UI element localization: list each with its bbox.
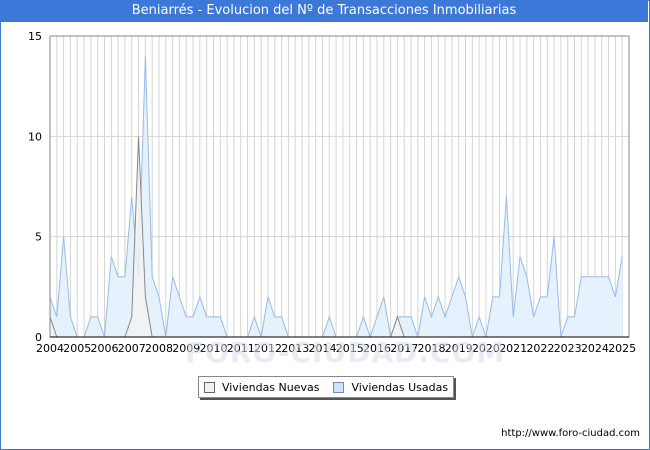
legend-label-nuevas: Viviendas Nuevas [221,380,320,394]
legend-swatch-nuevas [203,381,215,393]
x-tick-label: 2007 [118,342,146,355]
x-tick-label: 2006 [90,342,118,355]
x-tick-label: 2005 [63,342,91,355]
x-tick-label: 2004 [36,342,64,355]
legend-label-usadas: Viviendas Usadas [351,380,449,394]
y-tick-labels: 051015 [28,30,42,344]
x-tick-label: 2023 [554,342,582,355]
footer-url: http://www.foro-ciudad.com [501,428,640,439]
x-tick-label: 2024 [581,342,609,355]
y-tick-label: 15 [28,30,42,43]
watermark: FORO-CIUDAD.COM [185,336,506,369]
legend-swatch-usadas [333,381,345,393]
legend-item-usadas: Viviendas Usadas [333,381,448,394]
x-tick-label: 2025 [608,342,636,355]
legend-item-nuevas: Viviendas Nuevas [203,380,320,394]
x-tick-label: 2022 [526,342,554,355]
y-tick-label: 10 [28,130,42,143]
legend: Viviendas Nuevas Viviendas Usadas [198,376,454,398]
y-tick-label: 5 [35,231,42,244]
x-tick-label: 2008 [145,342,173,355]
